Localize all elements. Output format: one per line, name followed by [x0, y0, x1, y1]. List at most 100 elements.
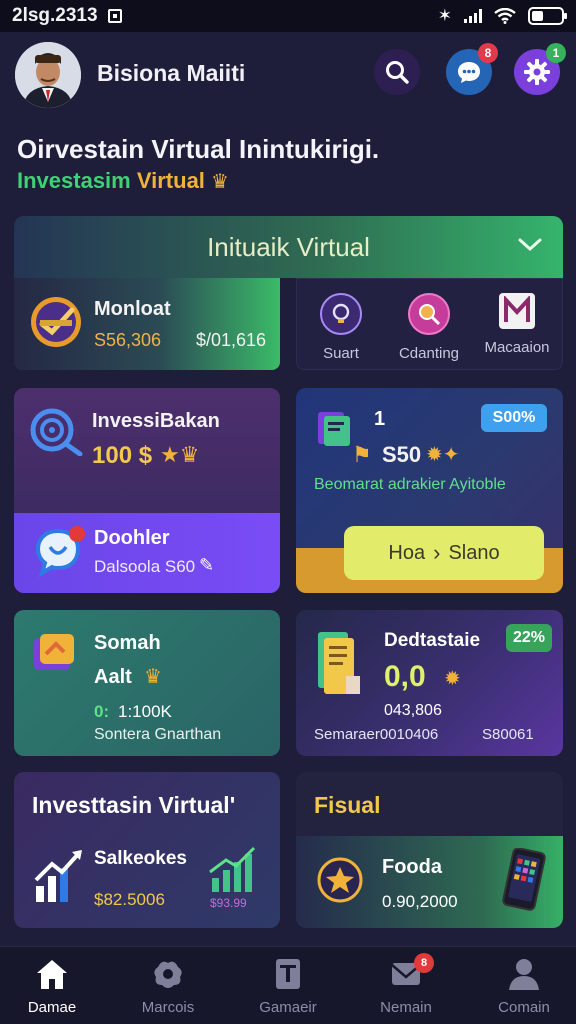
pin-icon: ⚑ — [352, 442, 372, 467]
nav-item-markets[interactable]: Marcois — [118, 955, 218, 1016]
fisual-item[interactable]: Fooda 0.90,2000 — [296, 836, 563, 928]
welcome-title: Oirvestain Virtual Inintukirigi. — [17, 134, 380, 164]
stats-title: Dedtastaie — [384, 630, 481, 651]
fisual-item-value: 0.90,2000 — [382, 892, 458, 911]
market-card[interactable]: Monloat S56,306 $/01,616 — [14, 278, 280, 370]
wifi-icon — [494, 8, 516, 24]
welcome-subtitle-yellow: Virtual — [136, 168, 205, 193]
virtual-title: Investtasin Virtual' — [32, 792, 236, 818]
mail-badge: 8 — [414, 953, 434, 973]
section-header[interactable]: Inituaik Virtual — [14, 216, 563, 278]
welcome-subtitle: Investasim Virtual ♛ — [17, 168, 229, 194]
saving-title: Somah — [94, 632, 161, 654]
user-icon — [474, 955, 574, 993]
status-time: 2lsg.2313 — [12, 5, 98, 26]
username: Bisiona Maiiti — [97, 60, 246, 86]
virtual-value: $82.5006 — [94, 890, 165, 909]
nav-item-mail[interactable]: 8 Nemain — [356, 953, 456, 1016]
stats-badge: 22% — [506, 624, 552, 652]
welcome-subtitle-green: Investasim — [17, 168, 131, 193]
fisual-card[interactable]: Fisual Fooda 0.90,2000 — [296, 772, 563, 928]
chevron-down-icon — [518, 238, 542, 252]
avatar[interactable] — [15, 42, 81, 108]
chevron-right-icon: › — [433, 540, 441, 565]
chat-icon — [458, 62, 480, 83]
nav-item-home[interactable]: Damae — [2, 955, 102, 1016]
stats-footer-right: S80061 — [482, 726, 534, 743]
search-chart-icon — [408, 293, 450, 335]
nav-label-documents: Gamaeir — [259, 999, 317, 1016]
gear-blob-icon — [118, 955, 218, 993]
settings-badge: 1 — [546, 43, 566, 63]
offer-count: 1 — [374, 408, 386, 430]
section-title: Inituaik Virtual — [207, 231, 370, 262]
nav-label-home: Damae — [27, 999, 77, 1016]
mail-icon: 8 — [356, 953, 456, 993]
chat-bubble-icon — [35, 526, 85, 578]
lightbulb-icon — [320, 293, 362, 335]
growth-chart-icon — [34, 850, 82, 902]
offer-description: Beomarat adrakier Ayitoble — [314, 476, 506, 493]
star-badge-icon — [317, 857, 363, 903]
fisual-item-title: Fooda — [382, 856, 442, 878]
stats-card[interactable]: Dedtastaie 22% 0,0 ✹ 043,806 Semaraer001… — [296, 610, 563, 756]
messages-button[interactable]: 8 — [446, 43, 498, 95]
action-charting[interactable]: Cdanting — [387, 293, 471, 362]
document-icon — [238, 955, 338, 993]
invest-sub-title: Doohler — [94, 527, 170, 549]
trend-up-icon — [209, 846, 256, 892]
status-bar: 2lsg.2313 ✶ — [0, 0, 576, 32]
sparkle-icon: ✹✦ — [426, 444, 460, 466]
invest-card-footer[interactable]: Doohler Dalsoola S60 ✎ — [14, 513, 280, 593]
app-header: Bisiona Maiiti 8 1 — [0, 32, 576, 118]
virtual-subtitle: Salkeokes — [94, 848, 187, 869]
home-icon — [2, 955, 102, 993]
fisual-title: Fisual — [314, 792, 381, 818]
invest-title: InvessiBakan — [92, 410, 220, 432]
search-button[interactable] — [374, 49, 420, 95]
nav-item-documents[interactable]: Gamaeir — [238, 955, 338, 1016]
offer-price-badge: S00% — [481, 404, 547, 432]
wallet-icon — [34, 634, 74, 670]
saving-goal-value: 1:100K — [118, 702, 172, 721]
trophy-icon: ♛ — [144, 666, 162, 688]
m-logo-icon — [499, 293, 535, 329]
stats-value: 0,0 — [384, 660, 426, 693]
action-start-label: Suart — [323, 345, 359, 362]
bluetooth-icon: ✶ — [437, 6, 452, 25]
messages-badge: 8 — [478, 43, 498, 63]
folder-icon — [318, 412, 350, 446]
saving-card[interactable]: Somah Aalt ♛ 0: 1:100K Sontera Gnarthan — [14, 610, 280, 756]
invest-sub-value: Dalsoola S60 — [94, 557, 196, 576]
nav-item-account[interactable]: Comain — [474, 955, 574, 1016]
saving-subtitle: Aalt — [94, 666, 132, 688]
investment-card[interactable]: InvessiBakan 100 $ ★♛ Doohler Dalsoola S… — [14, 388, 280, 593]
quick-actions-card: Suart Cdanting Macaaion — [296, 278, 563, 370]
crown-icon: ♛ — [211, 171, 229, 193]
bottom-navigation: Damae Marcois Gamaeir 8 Nemain Comain — [0, 946, 576, 1024]
market-value-left: S56,306 — [94, 330, 162, 350]
battery-icon — [528, 7, 567, 25]
market-badge-icon — [31, 297, 81, 347]
virtual-investment-card[interactable]: Investtasin Virtual' Salkeokes $82.5006 … — [14, 772, 280, 928]
saving-footer: Sontera Gnarthan — [94, 726, 222, 743]
stats-footer-left: Semaraer0010406 — [314, 726, 439, 743]
invest-amount: 100 $ — [92, 442, 153, 469]
star-icon: ★♛ — [160, 442, 200, 467]
settings-button[interactable]: 1 — [514, 43, 566, 95]
offer-card[interactable]: 1 S00% ⚑ S50 ✹✦ Beomarat adrakier Ayitob… — [296, 388, 563, 593]
sparkle-icon: ✹ — [444, 668, 461, 690]
action-macaaion[interactable]: Macaaion — [475, 293, 559, 356]
signal-icon — [464, 9, 482, 23]
target-icon — [30, 408, 83, 456]
market-title: Monloat — [94, 298, 171, 320]
pencil-icon: ✎ — [199, 555, 215, 575]
offer-button-left-label: Hoa — [388, 541, 426, 564]
status-indicators: ✶ — [437, 6, 567, 26]
gear-icon — [524, 59, 550, 85]
market-value-right: $/01,616 — [196, 330, 267, 350]
action-macaaion-label: Macaaion — [484, 339, 550, 356]
offer-action-button[interactable]: Hoa › Slano — [344, 526, 544, 580]
report-icon — [318, 632, 360, 694]
action-start[interactable]: Suart — [299, 293, 383, 362]
